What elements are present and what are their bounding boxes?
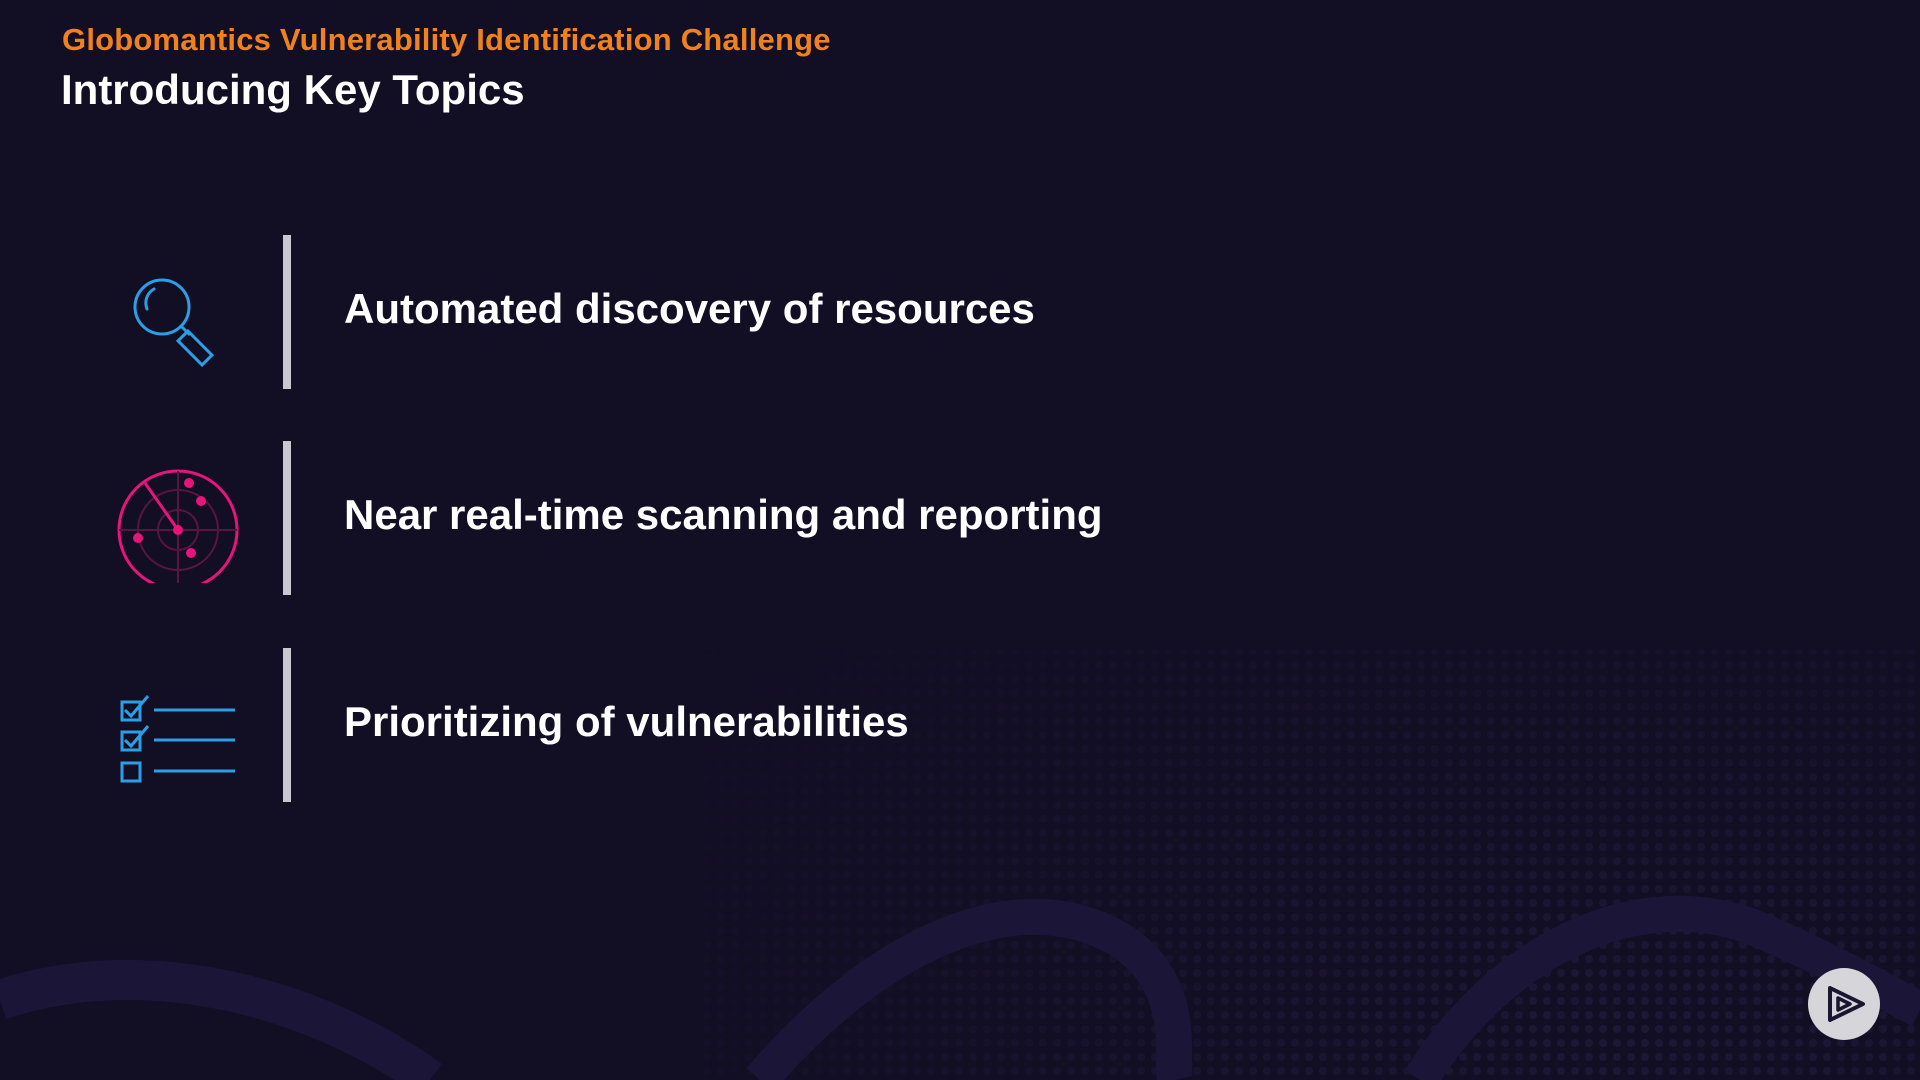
topic-divider <box>283 648 291 802</box>
course-title: Globomantics Vulnerability Identificatio… <box>62 22 831 57</box>
magnifying-glass-icon <box>110 247 240 377</box>
topic-item-prioritizing: Prioritizing of vulnerabilities <box>0 648 1920 802</box>
topic-divider <box>283 235 291 389</box>
play-logo-button[interactable] <box>1808 968 1880 1040</box>
topic-label: Prioritizing of vulnerabilities <box>344 698 909 745</box>
slide: Globomantics Vulnerability Identificatio… <box>0 0 1920 1080</box>
topic-item-automated-discovery: Automated discovery of resources <box>0 235 1920 389</box>
topic-label: Automated discovery of resources <box>344 285 1035 332</box>
page-title: Introducing Key Topics <box>61 66 525 113</box>
topic-item-real-time-scanning: Near real-time scanning and reporting <box>0 441 1920 595</box>
play-logo-icon <box>1828 986 1865 1022</box>
radar-icon <box>110 453 240 591</box>
topic-divider <box>283 441 291 595</box>
checklist-icon <box>110 660 240 790</box>
topic-label: Near real-time scanning and reporting <box>344 491 1103 538</box>
